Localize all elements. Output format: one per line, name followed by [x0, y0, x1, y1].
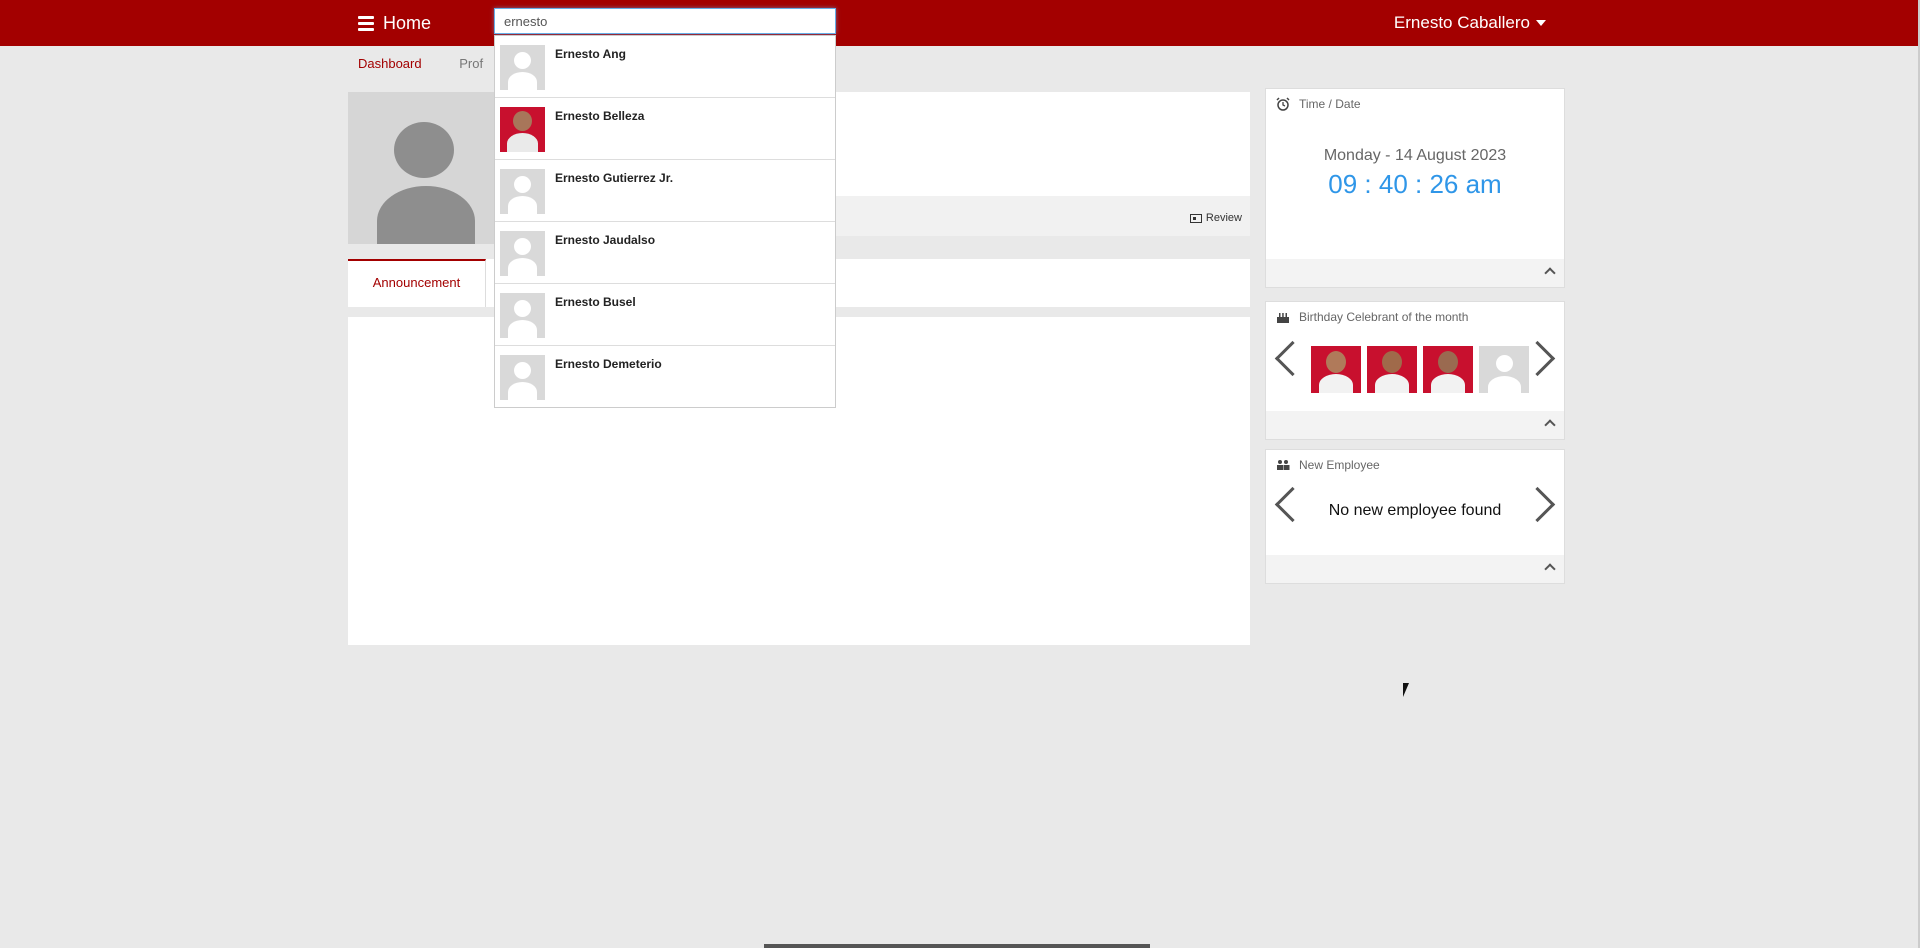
- result-name: Ernesto Busel: [555, 295, 636, 309]
- search-result-item[interactable]: Ernesto Belleza: [495, 98, 835, 160]
- review-label: Review: [1205, 212, 1242, 224]
- user-menu[interactable]: Ernesto Caballero: [1394, 0, 1546, 46]
- celebrant-photo[interactable]: [1311, 346, 1361, 393]
- collapse-chevron-up-icon[interactable]: [1544, 267, 1556, 279]
- home-button[interactable]: Home: [358, 0, 431, 46]
- tab-announcement[interactable]: Announcement: [348, 259, 486, 307]
- search-result-item[interactable]: Ernesto Ang: [495, 36, 835, 98]
- new-employee-widget: New Employee No new employee found: [1265, 449, 1565, 584]
- user-name: Ernesto Caballero: [1393, 13, 1530, 32]
- nav-profile-link[interactable]: Prof: [459, 56, 483, 71]
- collapse-chevron-up-icon[interactable]: [1544, 419, 1556, 431]
- alarm-clock-icon: [1276, 97, 1290, 111]
- horizontal-scrollbar[interactable]: [764, 944, 1150, 948]
- result-name: Ernesto Gutierrez Jr.: [555, 171, 674, 185]
- birthday-widget: Birthday Celebrant of the month: [1265, 301, 1565, 440]
- celebrant-photo[interactable]: [1479, 346, 1529, 393]
- nav-dashboard-link[interactable]: Dashboard: [358, 56, 422, 71]
- search-result-item[interactable]: Ernesto Gutierrez Jr.: [495, 160, 835, 222]
- celebrant-photo[interactable]: [1367, 346, 1417, 393]
- result-avatar: [500, 355, 545, 400]
- birthday-title: Birthday Celebrant of the month: [1299, 310, 1469, 324]
- widget-title: Birthday Celebrant of the month: [1276, 310, 1468, 324]
- result-name: Ernesto Ang: [555, 47, 626, 61]
- result-avatar: [500, 107, 545, 152]
- result-avatar: [500, 293, 545, 338]
- widget-footer: [1266, 259, 1564, 287]
- search-result-item[interactable]: Ernesto Jaudalso: [495, 222, 835, 284]
- result-name: Ernesto Demeterio: [555, 357, 662, 371]
- birthday-celebrant-list: [1311, 346, 1535, 393]
- profile-avatar: [348, 92, 506, 244]
- top-navbar: [0, 0, 1920, 46]
- birthday-cake-icon: [1277, 313, 1289, 323]
- result-avatar: [500, 231, 545, 276]
- result-avatar: [500, 45, 545, 90]
- hamburger-menu-icon[interactable]: [358, 13, 374, 34]
- widget-title: Time / Date: [1276, 97, 1361, 111]
- widget-footer: [1266, 555, 1564, 583]
- prev-arrow-icon[interactable]: [1274, 340, 1311, 377]
- id-card-icon: [1189, 213, 1202, 223]
- search-result-item[interactable]: Ernesto Busel: [495, 284, 835, 346]
- employee-search-input[interactable]: [494, 8, 836, 34]
- time-date-title: Time / Date: [1299, 97, 1361, 111]
- caret-down-icon: [1536, 20, 1546, 26]
- time-date-widget: Time / Date Monday - 14 August 2023 09 :…: [1265, 88, 1565, 288]
- search-result-item[interactable]: Ernesto Demeterio: [495, 346, 835, 407]
- current-time: 09 : 40 : 26 am: [1328, 169, 1502, 199]
- result-name: Ernesto Belleza: [555, 109, 645, 123]
- current-date: Monday - 14 August 2023: [1323, 147, 1507, 164]
- review-link[interactable]: Review: [1189, 212, 1242, 224]
- new-employee-title: New Employee: [1299, 458, 1380, 472]
- widget-title: New Employee: [1276, 458, 1380, 472]
- widget-footer: [1266, 411, 1564, 439]
- result-name: Ernesto Jaudalso: [555, 233, 656, 247]
- mouse-cursor-icon: [1403, 683, 1409, 697]
- result-avatar: [500, 169, 545, 214]
- users-icon: [1277, 460, 1290, 470]
- celebrant-photo[interactable]: [1423, 346, 1473, 393]
- search-results-dropdown: Ernesto Ang Ernesto Belleza Ernesto Guti…: [494, 35, 836, 408]
- collapse-chevron-up-icon[interactable]: [1544, 563, 1556, 575]
- home-label: Home: [383, 12, 432, 33]
